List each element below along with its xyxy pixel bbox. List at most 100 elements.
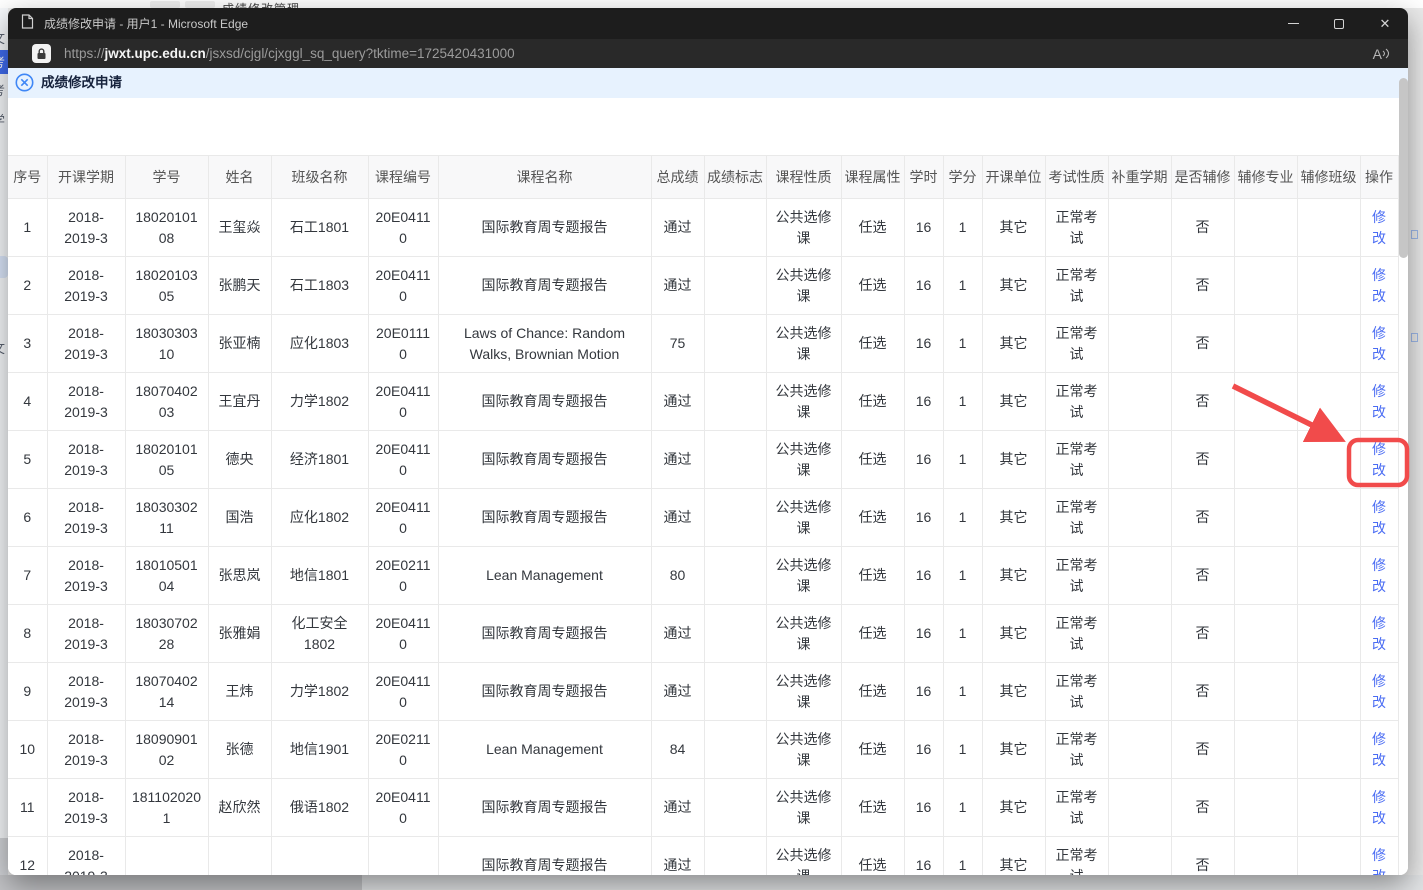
read-aloud-button[interactable]: A [1373, 47, 1390, 61]
table-cell: 12 [8, 837, 47, 876]
modify-link[interactable]: 修改 [1372, 499, 1386, 536]
table-cell: 张鹏天 [208, 257, 271, 315]
modify-link[interactable]: 修改 [1372, 325, 1386, 362]
table-cell: 16 [904, 721, 943, 779]
table-cell: 1 [943, 257, 982, 315]
table-cell: 否 [1171, 547, 1234, 605]
table-cell: 其它 [982, 547, 1045, 605]
table-cell: 2018-2019-3 [47, 837, 125, 876]
table-cell [1297, 605, 1360, 663]
table-cell: 1802010105 [125, 431, 208, 489]
table-cell: 应化1802 [271, 489, 368, 547]
table-cell [1108, 837, 1171, 876]
table-cell: 1803030310 [125, 315, 208, 373]
table-cell: 否 [1171, 721, 1234, 779]
table-cell: 其它 [982, 837, 1045, 876]
modify-link[interactable]: 修改 [1372, 441, 1386, 478]
minimize-button[interactable] [1270, 8, 1316, 39]
table-cell: 其它 [982, 663, 1045, 721]
table-cell: 国际教育周专题报告 [438, 663, 651, 721]
table-cell [704, 547, 766, 605]
table-cell [1297, 779, 1360, 837]
table-cell [1108, 605, 1171, 663]
table-cell: 正常考试 [1045, 257, 1108, 315]
site-permissions-badge[interactable] [32, 44, 51, 63]
table-cell [271, 837, 368, 876]
table-cell: 否 [1171, 489, 1234, 547]
table-cell: 国际教育周专题报告 [438, 489, 651, 547]
browser-urlbar[interactable]: https://jwxt.upc.edu.cn/jsxsd/cjgl/cjxgg… [8, 39, 1408, 68]
table-cell: 16 [904, 257, 943, 315]
table-cell: 国际教育周专题报告 [438, 373, 651, 431]
modify-link[interactable]: 修改 [1372, 267, 1386, 304]
maximize-button[interactable] [1316, 8, 1362, 39]
modify-link[interactable]: 修改 [1372, 789, 1386, 826]
table-cell: 石工1803 [271, 257, 368, 315]
table-cell: 地信1901 [271, 721, 368, 779]
action-cell: 修改 [1360, 605, 1398, 663]
modify-link[interactable]: 修改 [1372, 673, 1386, 710]
table-cell: 20E04110 [368, 779, 438, 837]
table-cell [1297, 315, 1360, 373]
modify-link[interactable]: 修改 [1372, 209, 1386, 246]
table-cell: 任选 [841, 779, 904, 837]
modify-link[interactable]: 修改 [1372, 731, 1386, 768]
action-cell: 修改 [1360, 315, 1398, 373]
vertical-scrollbar[interactable] [1399, 78, 1408, 258]
table-cell: 正常考试 [1045, 431, 1108, 489]
table-cell: 张思岚 [208, 547, 271, 605]
column-header: 课程编号 [368, 156, 438, 199]
table-cell: 化工安全1802 [271, 605, 368, 663]
table-cell: 1807040214 [125, 663, 208, 721]
column-header: 学号 [125, 156, 208, 199]
close-button[interactable]: ✕ [1362, 8, 1408, 39]
table-cell: 20E01110 [368, 315, 438, 373]
address-url[interactable]: https://jwxt.upc.edu.cn/jsxsd/cjgl/cjxgg… [64, 46, 515, 61]
minimize-icon [1288, 23, 1299, 24]
table-cell: 5 [8, 431, 47, 489]
table-cell: 力学1802 [271, 663, 368, 721]
table-cell: 通过 [651, 373, 704, 431]
modify-link[interactable]: 修改 [1372, 615, 1386, 652]
read-aloud-waves-icon [1382, 47, 1390, 60]
table-cell: 否 [1171, 605, 1234, 663]
table-cell: 通过 [651, 431, 704, 489]
close-icon: ✕ [1380, 17, 1391, 30]
table-cell: 公共选修课 [766, 837, 841, 876]
table-cell [1234, 779, 1297, 837]
table-cell: 正常考试 [1045, 547, 1108, 605]
table-cell [704, 605, 766, 663]
page-title: 成绩修改申请 [41, 68, 122, 98]
table-cell [704, 837, 766, 876]
modify-link[interactable]: 修改 [1372, 557, 1386, 594]
table-cell: 任选 [841, 373, 904, 431]
table-cell [1108, 257, 1171, 315]
table-cell: 国际教育周专题报告 [438, 605, 651, 663]
table-cell: 16 [904, 315, 943, 373]
background-sidebar-item: 学 [0, 108, 8, 132]
table-cell: 通过 [651, 605, 704, 663]
modify-link[interactable]: 修改 [1372, 847, 1386, 876]
column-header: 课程性质 [766, 156, 841, 199]
page-doc-icon [21, 14, 34, 34]
table-cell: 3 [8, 315, 47, 373]
table-cell: 国际教育周专题报告 [438, 837, 651, 876]
table-cell [1297, 489, 1360, 547]
table-cell: 1 [943, 837, 982, 876]
browser-titlebar[interactable]: 成绩修改申请 - 用户1 - Microsoft Edge ✕ [8, 8, 1408, 39]
read-aloud-icon: A [1373, 47, 1382, 61]
modify-link[interactable]: 修改 [1372, 383, 1386, 420]
background-glyph: 文 [0, 338, 5, 357]
table-cell: 其它 [982, 431, 1045, 489]
table-cell: 1 [943, 547, 982, 605]
table-cell [1234, 199, 1297, 257]
table-cell: 20E04110 [368, 663, 438, 721]
column-header: 课程属性 [841, 156, 904, 199]
table-cell: 正常考试 [1045, 837, 1108, 876]
table-cell: 16 [904, 605, 943, 663]
column-header: 是否辅修 [1171, 156, 1234, 199]
close-page-icon[interactable] [15, 73, 34, 92]
table-cell: 1803070228 [125, 605, 208, 663]
table-cell: 公共选修课 [766, 489, 841, 547]
background-artifact [0, 256, 8, 278]
